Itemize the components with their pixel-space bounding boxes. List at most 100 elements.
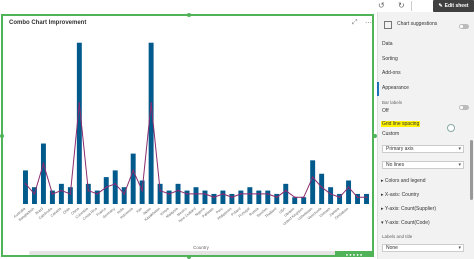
bar[interactable]	[283, 183, 289, 204]
line-point[interactable]	[123, 193, 126, 195]
line-point[interactable]	[266, 193, 269, 195]
lines-dropdown[interactable]: No lines ▾	[382, 161, 464, 169]
line-point[interactable]	[365, 196, 368, 199]
chart-scrollbar[interactable]	[29, 251, 349, 255]
bar[interactable]	[238, 190, 244, 204]
grid-line-spacing-value: Custom	[382, 131, 400, 137]
bar[interactable]	[202, 190, 208, 204]
bar[interactable]	[364, 193, 369, 204]
line-point[interactable]	[195, 193, 197, 195]
bar[interactable]	[139, 180, 145, 204]
line-point[interactable]	[257, 193, 260, 195]
line-point[interactable]	[60, 189, 63, 192]
line-point[interactable]	[87, 189, 90, 192]
line-point[interactable]	[204, 193, 206, 195]
colors-legend-item[interactable]: ▸ Colors and legend	[381, 178, 426, 184]
pencil-icon: ✎	[438, 3, 443, 9]
edit-sheet-label: Edit sheet	[444, 3, 469, 9]
line-point[interactable]	[311, 176, 314, 179]
line-point[interactable]	[275, 196, 278, 199]
line-point[interactable]	[338, 196, 341, 199]
bar[interactable]	[247, 187, 253, 204]
bar-labels-value: Off	[382, 108, 389, 114]
line-point[interactable]	[33, 193, 36, 195]
line-point[interactable]	[284, 189, 287, 192]
line-point[interactable]	[302, 196, 305, 199]
bar[interactable]	[112, 170, 118, 204]
bar[interactable]	[229, 193, 235, 204]
undo-icon[interactable]: ↺	[378, 1, 385, 10]
bar[interactable]	[292, 197, 298, 204]
line-point[interactable]	[132, 169, 135, 172]
section-data[interactable]: Data	[382, 41, 393, 47]
bar[interactable]	[211, 193, 217, 204]
bar-labels-toggle[interactable]	[459, 105, 469, 110]
bar[interactable]	[58, 183, 64, 204]
line-point[interactable]	[78, 102, 81, 105]
bar[interactable]	[40, 143, 46, 204]
grid-line-spacing-label: Grid line spacing	[381, 121, 421, 127]
line-point[interactable]	[248, 193, 251, 195]
chevron-down-icon: ▾	[458, 162, 461, 168]
line-point[interactable]	[356, 196, 359, 199]
yaxis-code-item[interactable]: ▾ Y-axis: Count(Code)	[381, 220, 430, 226]
app-root: ↺ ↻ ✎ Edit sheet Combo Chart Improvement…	[0, 0, 474, 259]
line-point[interactable]	[239, 193, 242, 195]
line-point[interactable]	[69, 193, 72, 195]
bar[interactable]	[265, 190, 271, 204]
line-series	[25, 103, 367, 198]
line-point[interactable]	[150, 102, 153, 105]
section-appearance[interactable]: Appearance	[382, 85, 409, 91]
bar[interactable]	[23, 170, 28, 204]
combo-chart: AustraliaBangladesh BrazilCambodiaCanada C…	[13, 42, 369, 250]
line-point[interactable]	[42, 162, 45, 165]
chart-status-bar: ● ● ● ● ●	[335, 251, 373, 257]
line-point[interactable]	[329, 193, 332, 195]
line-point[interactable]	[347, 186, 350, 189]
line-point[interactable]	[222, 193, 224, 195]
bar[interactable]	[346, 180, 352, 204]
redo-icon[interactable]: ↻	[398, 1, 405, 10]
chevron-down-icon: ▾	[458, 245, 461, 251]
line-point[interactable]	[105, 186, 108, 189]
line-point[interactable]	[24, 182, 27, 185]
line-point[interactable]	[186, 193, 188, 195]
grid-spacing-radio[interactable]	[447, 124, 455, 132]
chart-suggestions-label[interactable]: Chart suggestions	[397, 21, 437, 27]
chart-object[interactable]: Combo Chart Improvement ⤢ ⋯ Australia Ban…	[0, 13, 377, 259]
edit-sheet-button[interactable]: ✎ Edit sheet	[433, 0, 474, 12]
bar[interactable]	[256, 190, 262, 204]
line-point[interactable]	[168, 193, 170, 195]
line-point[interactable]	[141, 189, 144, 192]
labels-title-label: Labels and title	[382, 234, 413, 239]
bar[interactable]	[166, 190, 172, 204]
line-point[interactable]	[293, 196, 296, 199]
labels-title-dropdown[interactable]: None ▾	[382, 244, 464, 252]
line-point[interactable]	[51, 193, 54, 195]
primary-axis-dropdown[interactable]: Primary axis ▾	[382, 145, 464, 153]
chart-suggestions-toggle[interactable]	[459, 24, 469, 29]
yaxis-supplier-item[interactable]: ▸ Y-axis: Count(Supplier)	[381, 206, 436, 212]
section-sorting[interactable]: Sorting	[382, 56, 398, 62]
appearance-accent	[377, 82, 379, 96]
bar[interactable]	[193, 187, 199, 204]
bar[interactable]	[184, 190, 190, 204]
bar-labels-label: Bar labels	[382, 100, 403, 105]
bar[interactable]	[328, 187, 334, 204]
bar[interactable]	[301, 197, 307, 204]
properties-scrollbar[interactable]	[470, 140, 473, 200]
line-point[interactable]	[213, 196, 215, 199]
chart-suggestions-icon[interactable]	[384, 21, 392, 29]
bar[interactable]	[103, 177, 109, 204]
line-point[interactable]	[320, 186, 323, 189]
bar[interactable]	[175, 183, 181, 204]
xaxis-country-item[interactable]: ▸ X-axis: Country	[381, 192, 419, 198]
line-point[interactable]	[177, 189, 179, 192]
line-point[interactable]	[230, 196, 233, 199]
line-point[interactable]	[96, 193, 99, 195]
bar[interactable]	[220, 190, 226, 204]
section-addons[interactable]: Add-ons	[382, 70, 401, 76]
line-point[interactable]	[159, 189, 162, 192]
bar[interactable]	[130, 153, 136, 204]
line-point[interactable]	[114, 182, 117, 185]
